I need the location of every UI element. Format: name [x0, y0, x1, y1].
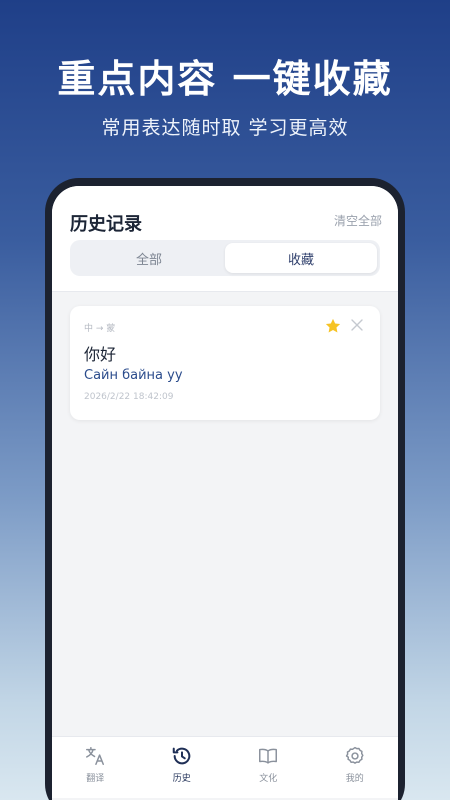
history-record-card[interactable]: 中 → 蒙 你好 Сайн байна уу 2026/2/22 18:42:0… [70, 306, 380, 420]
tab-all[interactable]: 全部 [73, 243, 225, 273]
history-icon [172, 747, 191, 765]
star-icon[interactable] [324, 317, 342, 335]
tab-label-mine: 我的 [345, 774, 364, 784]
bottom-tab-bar: 翻译 历史 文化 我的 [52, 736, 398, 798]
close-icon[interactable] [350, 318, 364, 332]
phone-frame: 历史记录 清空全部 全部 收藏 中 → 蒙 你好 Сайн байна уу 2… [45, 178, 405, 800]
hero-subtitle: 常用表达随时取 学习更高效 [101, 117, 349, 139]
filter-segmented-control: 全部 收藏 [70, 240, 380, 276]
clear-all-button[interactable]: 清空全部 [334, 212, 382, 229]
translation-text: Сайн байна уу [84, 368, 183, 383]
tab-history[interactable]: 历史 [139, 737, 226, 798]
tab-translate[interactable]: 翻译 [52, 737, 139, 798]
app-screen: 历史记录 清空全部 全部 收藏 中 → 蒙 你好 Сайн байна уу 2… [52, 186, 398, 800]
tab-culture[interactable]: 文化 [225, 737, 312, 798]
hero-title: 重点内容 一键收藏 [57, 57, 393, 101]
source-text: 你好 [84, 345, 117, 364]
tab-label-culture: 文化 [259, 774, 278, 784]
record-timestamp: 2026/2/22 18:42:09 [84, 392, 174, 402]
tab-label-translate: 翻译 [86, 774, 105, 784]
history-header: 历史记录 清空全部 全部 收藏 [52, 186, 398, 292]
tab-favorites[interactable]: 收藏 [225, 243, 377, 273]
book-icon [259, 748, 278, 764]
tab-label-history: 历史 [172, 774, 191, 784]
gear-icon [345, 746, 364, 764]
page-title: 历史记录 [70, 214, 142, 235]
translate-icon [86, 747, 105, 765]
language-direction-label: 中 → 蒙 [84, 324, 116, 334]
tab-mine[interactable]: 我的 [312, 737, 399, 798]
